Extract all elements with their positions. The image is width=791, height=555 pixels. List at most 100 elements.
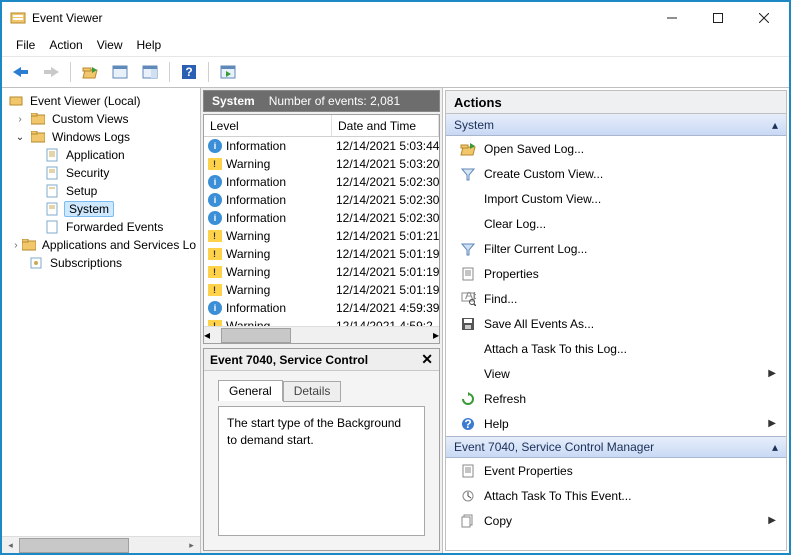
action-item[interactable]: Filter Current Log... xyxy=(446,236,786,261)
actions-title: Actions xyxy=(445,90,787,114)
event-row[interactable]: Warning12/14/2021 5:01:19 xyxy=(204,245,439,263)
forward-button[interactable] xyxy=(38,60,64,84)
expander-icon[interactable]: ⌄ xyxy=(14,132,26,143)
actions-pane: Actions System ▴ Open Saved Log... Create… xyxy=(443,88,789,553)
event-level-label: Information xyxy=(226,301,286,315)
toolbar-panel2-button[interactable] xyxy=(137,60,163,84)
event-level-label: Information xyxy=(226,175,286,189)
tree-item-forwarded-events[interactable]: Forwarded Events xyxy=(4,218,198,236)
close-button[interactable] xyxy=(741,3,787,33)
action-item[interactable]: Refresh xyxy=(446,386,786,411)
action-item[interactable]: Copy▶ xyxy=(446,508,786,533)
event-row[interactable]: Warning12/14/2021 5:01:19 xyxy=(204,281,439,299)
actions-section-system[interactable]: System ▴ xyxy=(446,114,786,136)
event-row[interactable]: Warning12/14/2021 5:01:21 xyxy=(204,227,439,245)
event-row[interactable]: Warning12/14/2021 5:01:19 xyxy=(204,263,439,281)
scroll-left-icon[interactable]: ◂ xyxy=(2,537,19,554)
expander-icon[interactable]: › xyxy=(14,114,26,125)
action-item[interactable]: Attach Task To This Event... xyxy=(446,483,786,508)
information-icon: i xyxy=(208,175,222,189)
navigation-tree[interactable]: Event Viewer (Local) › Custom Views ⌄ Wi… xyxy=(2,88,200,535)
action-label: Filter Current Log... xyxy=(484,242,587,256)
collapse-icon[interactable]: ▴ xyxy=(772,118,778,132)
scroll-thumb[interactable] xyxy=(19,538,129,553)
expander-icon[interactable]: › xyxy=(14,240,18,251)
tree-item-system[interactable]: System xyxy=(4,200,198,218)
action-item[interactable]: Save All Events As... xyxy=(446,311,786,336)
action-label: Create Custom View... xyxy=(484,167,603,181)
scroll-thumb[interactable] xyxy=(221,328,291,343)
action-item[interactable]: View▶ xyxy=(446,361,786,386)
menubar: File Action View Help xyxy=(2,34,789,56)
event-date-label: 12/14/2021 5:02:30 xyxy=(332,211,439,225)
event-date-label: 12/14/2021 4:59:39 xyxy=(332,301,439,315)
scroll-right-icon[interactable]: ▸ xyxy=(183,537,200,554)
scroll-right-icon[interactable]: ▸ xyxy=(433,328,439,342)
event-list-hscrollbar[interactable]: ◂ ▸ xyxy=(204,326,439,343)
toolbar-panel1-button[interactable] xyxy=(107,60,133,84)
action-item[interactable]: Open Saved Log... xyxy=(446,136,786,161)
tree-root[interactable]: Event Viewer (Local) xyxy=(4,92,198,110)
event-row[interactable]: i Information 12/14/2021 4:59:39 xyxy=(204,299,439,317)
event-row[interactable]: iInformation12/14/2021 5:03:44 xyxy=(204,137,439,155)
actions-section-event[interactable]: Event 7040, Service Control Manager ▴ xyxy=(446,436,786,458)
menu-action[interactable]: Action xyxy=(43,36,88,54)
event-viewer-window: Event Viewer File Action View Help ? xyxy=(0,0,791,555)
action-item[interactable]: Import Custom View... xyxy=(446,186,786,211)
action-item[interactable]: Clear Log... xyxy=(446,211,786,236)
event-row[interactable]: iInformation12/14/2021 5:02:30 xyxy=(204,191,439,209)
event-row[interactable]: iInformation12/14/2021 5:02:30 xyxy=(204,209,439,227)
tree-item-security[interactable]: Security xyxy=(4,164,198,182)
event-row[interactable]: Warning12/14/2021 4:59:2 xyxy=(204,317,439,326)
menu-help[interactable]: Help xyxy=(131,36,168,54)
event-row[interactable]: Warning12/14/2021 5:03:20 xyxy=(204,155,439,173)
action-item[interactable]: ?Help▶ xyxy=(446,411,786,436)
tree-item-applications-services[interactable]: › Applications and Services Lo xyxy=(4,236,198,254)
action-item[interactable]: Attach a Task To this Log... xyxy=(446,336,786,361)
menu-file[interactable]: File xyxy=(10,36,41,54)
back-button[interactable] xyxy=(8,60,34,84)
information-icon: i xyxy=(208,301,222,315)
events-pane: System Number of events: 2,081 Level Dat… xyxy=(201,88,443,553)
content-area: Event Viewer (Local) › Custom Views ⌄ Wi… xyxy=(2,88,789,553)
action-label: Event Properties xyxy=(484,464,573,478)
action-label: Clear Log... xyxy=(484,217,546,231)
tree-item-application[interactable]: Application xyxy=(4,146,198,164)
tree-item-custom-views[interactable]: › Custom Views xyxy=(4,110,198,128)
tree-item-subscriptions[interactable]: Subscriptions xyxy=(4,254,198,272)
tab-general[interactable]: General xyxy=(218,380,283,401)
attach-icon xyxy=(460,488,476,504)
action-item[interactable]: Create Custom View... xyxy=(446,161,786,186)
folder-icon xyxy=(30,111,46,127)
event-detail-header: Event 7040, Service Control ✕ xyxy=(204,349,439,371)
tab-details[interactable]: Details xyxy=(283,381,342,402)
action-label: Attach Task To This Event... xyxy=(484,489,631,503)
action-item[interactable]: ABCFind... xyxy=(446,286,786,311)
toolbar-open-button[interactable] xyxy=(77,60,103,84)
column-level[interactable]: Level xyxy=(204,115,332,136)
action-label: Properties xyxy=(484,267,539,281)
tree-pane: Event Viewer (Local) › Custom Views ⌄ Wi… xyxy=(2,88,201,553)
event-row[interactable]: iInformation12/14/2021 5:02:30 xyxy=(204,173,439,191)
warning-icon xyxy=(208,158,222,170)
tree-item-setup[interactable]: Setup xyxy=(4,182,198,200)
open-icon xyxy=(460,141,476,157)
action-item[interactable]: Event Properties xyxy=(446,458,786,483)
help-icon: ? xyxy=(460,416,476,432)
toolbar-help-button[interactable]: ? xyxy=(176,60,202,84)
minimize-button[interactable] xyxy=(649,3,695,33)
tree-item-windows-logs[interactable]: ⌄ Windows Logs xyxy=(4,128,198,146)
event-list-body[interactable]: iInformation12/14/2021 5:03:44Warning12/… xyxy=(204,137,439,326)
maximize-button[interactable] xyxy=(695,3,741,33)
svg-text:?: ? xyxy=(185,65,192,79)
event-date-label: 12/14/2021 4:59:2 xyxy=(332,319,439,326)
collapse-icon[interactable]: ▴ xyxy=(772,440,778,454)
action-label: Import Custom View... xyxy=(484,192,601,206)
menu-view[interactable]: View xyxy=(91,36,129,54)
tree-hscrollbar[interactable]: ◂ ▸ xyxy=(2,536,200,553)
toolbar-panel3-button[interactable] xyxy=(215,60,241,84)
scroll-left-icon[interactable]: ◂ xyxy=(204,328,210,342)
action-item[interactable]: Properties xyxy=(446,261,786,286)
column-date[interactable]: Date and Time xyxy=(332,115,439,136)
close-icon[interactable]: ✕ xyxy=(421,351,433,368)
